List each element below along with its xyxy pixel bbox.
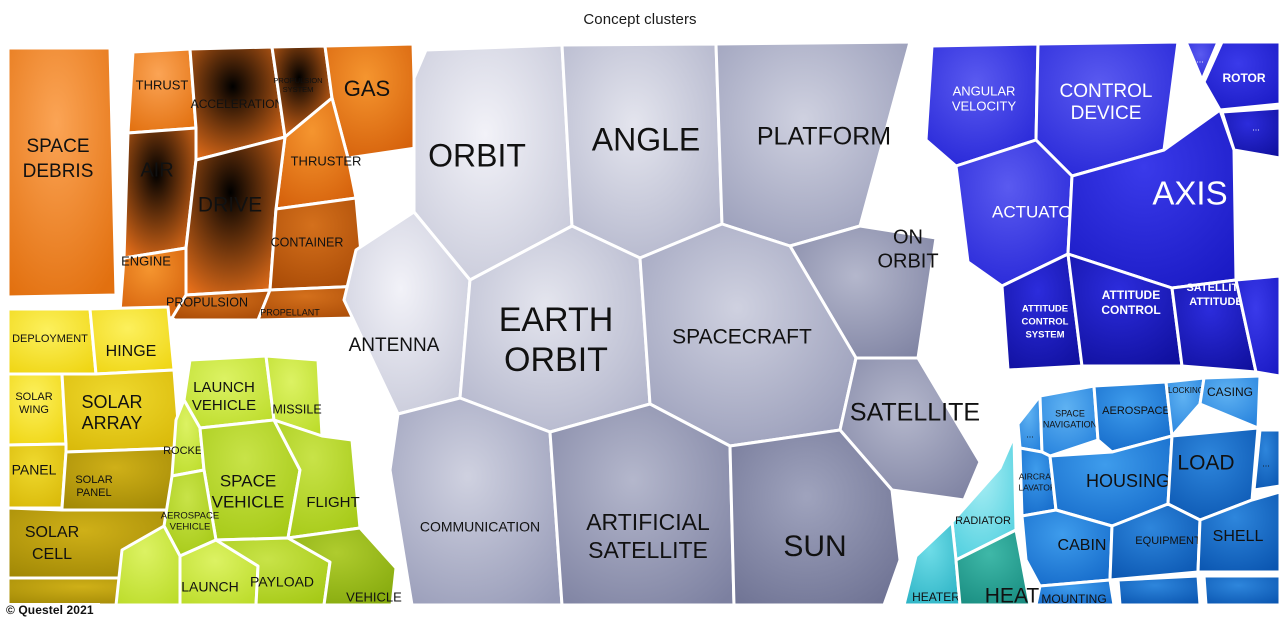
cluster-map-canvas[interactable]: SPACE DEBRIS THRUST ACCELERATION PROPULS… (0, 0, 1280, 620)
cell-rotor[interactable] (1202, 40, 1280, 112)
cell-thrust[interactable] (126, 47, 198, 135)
cell-lb-ellipsis-2[interactable] (1252, 428, 1280, 492)
cluster-blue[interactable]: ANGULAR VELOCITY CONTROL DEVICE ... ROTO… (924, 40, 1280, 378)
cell-solar-wing[interactable] (6, 372, 68, 447)
concept-cluster-map: Concept clusters SPACE DEBRIS THRUST ACC… (0, 0, 1280, 620)
cell-angle[interactable] (560, 42, 724, 260)
cluster-lightblue[interactable]: ... SPACE NAVIGATION AEROSPACE LOCKING C… (1016, 374, 1280, 607)
cell-heater[interactable] (902, 520, 962, 607)
cell-panel[interactable] (6, 442, 68, 510)
cell-deployment[interactable] (6, 307, 98, 376)
cell-propulsion[interactable] (170, 288, 272, 322)
cell-communication[interactable] (388, 396, 564, 607)
bottom-fade-mask (0, 606, 1280, 620)
cell-space-navigation[interactable] (1038, 384, 1100, 458)
cell-space-debris[interactable] (6, 46, 118, 299)
cell-platform[interactable] (714, 40, 912, 248)
cell-launch-vehicle[interactable] (182, 354, 276, 430)
cell-hinge[interactable] (88, 305, 176, 376)
cell-lb-partial-1[interactable] (1116, 574, 1202, 607)
cell-air[interactable] (122, 126, 198, 260)
cell-cabin[interactable] (1020, 508, 1114, 588)
cell-lb-ellipsis-1[interactable] (1016, 394, 1044, 454)
cell-solar-array[interactable] (60, 368, 182, 454)
cluster-gray[interactable]: ORBIT ANGLE PLATFORM ON ORBIT ANTENNA EA… (342, 40, 982, 607)
cell-artificial-satellite[interactable] (548, 402, 736, 607)
cell-locking[interactable] (1164, 376, 1206, 438)
cell-lb-partial-2[interactable] (1202, 574, 1280, 607)
copyright-notice: © Questel 2021 (6, 603, 100, 617)
cell-casing[interactable] (1198, 374, 1262, 430)
cell-solar-panel[interactable] (60, 446, 182, 512)
